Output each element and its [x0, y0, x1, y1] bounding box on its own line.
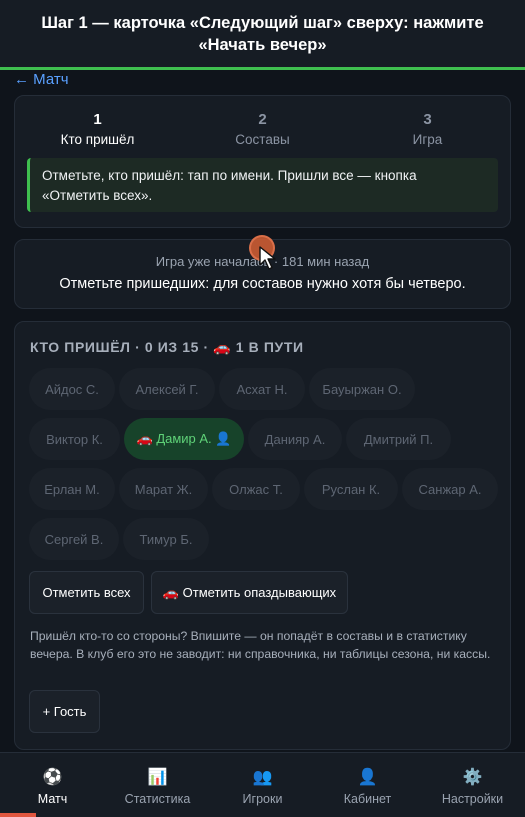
add-guest-button[interactable]: + Гость: [29, 690, 100, 733]
nav-label: Игроки: [242, 792, 283, 806]
player-chip-viktor[interactable]: Виктор К.: [29, 418, 120, 460]
player-chip-damir[interactable]: 🚗 Дамир А. 👤: [124, 418, 244, 460]
attendance-card: Кто пришёл · 0 из 15 · 🚗 1 в пути Айдос …: [14, 321, 511, 750]
player-chip-marat[interactable]: Марат Ж.: [119, 468, 208, 510]
player-chip-dmitriy[interactable]: Дмитрий П.: [346, 418, 451, 460]
player-chip-askhat[interactable]: Асхат Н.: [219, 368, 305, 410]
mark-late-button[interactable]: 🚗 Отметить опаздывающих: [151, 571, 348, 614]
profile-icon: 👤: [357, 767, 378, 786]
player-chip-olzhas[interactable]: Олжас Т.: [212, 468, 300, 510]
mouse-pointer-icon: [259, 246, 276, 270]
back-link[interactable]: ← Матч: [14, 71, 69, 89]
player-chip-timur[interactable]: Тимур Б.: [123, 518, 209, 560]
nav-label: Настройки: [441, 792, 504, 806]
bottom-nav: ⚽ Матч 📊 Статистика 👥 Игроки 👤 Кабинет ⚙…: [0, 752, 525, 817]
step-number: 1: [93, 111, 102, 128]
active-tab-indicator: [0, 813, 36, 817]
player-chip-aleksey[interactable]: Алексей Г.: [119, 368, 215, 410]
stepper: 1 Кто пришёл 2 Составы 3 Игра: [15, 96, 510, 147]
status-message: Отметьте пришедших: для составов нужно х…: [59, 276, 466, 292]
step-2[interactable]: 2 Составы: [188, 111, 338, 147]
player-chip-sanzhar[interactable]: Санжар А.: [402, 468, 498, 510]
step-3[interactable]: 3 Игра: [353, 111, 503, 147]
tutorial-text: Шаг 1 — карточка «Следующий шаг» сверху:…: [41, 13, 484, 54]
stepper-card: 1 Кто пришёл 2 Составы 3 Игра Отметьте, …: [14, 95, 511, 228]
nav-label: Кабинет: [343, 792, 392, 806]
nav-item-settings[interactable]: ⚙️ Настройки: [420, 753, 525, 817]
tutorial-banner: Шаг 1 — карточка «Следующий шаг» сверху:…: [0, 0, 525, 70]
player-chip-daniyar[interactable]: Данияр А.: [248, 418, 342, 460]
gear-icon: ⚙️: [462, 767, 483, 786]
step-label: Составы: [235, 132, 290, 147]
nav-label: Матч: [37, 792, 68, 806]
player-chip-sergey[interactable]: Сергей В.: [29, 518, 119, 560]
step-label: Кто пришёл: [60, 132, 135, 147]
step-number: 2: [258, 111, 267, 128]
step-hint: Отметьте, кто пришёл: тап по имени. Приш…: [27, 158, 498, 212]
player-chip-ruslan[interactable]: Руслан К.: [304, 468, 398, 510]
player-chip-aidos[interactable]: Айдос С.: [29, 368, 115, 410]
attendance-title: Кто пришёл · 0 из 15 · 🚗 1 в пути: [30, 339, 304, 355]
step-label: Игра: [412, 132, 443, 147]
mark-all-button[interactable]: Отметить всех: [29, 571, 144, 614]
chart-icon: 📊: [147, 767, 168, 786]
guest-note: Пришёл кто-то со стороны? Впишите — он п…: [30, 629, 491, 661]
nav-item-statistics[interactable]: 📊 Статистика: [105, 753, 210, 817]
nav-item-players[interactable]: 👥 Игроки: [210, 753, 315, 817]
step-number: 3: [423, 111, 432, 128]
players-icon: 👥: [252, 767, 273, 786]
player-chip-erlan[interactable]: Ерлан М.: [29, 468, 115, 510]
soccer-ball-icon: ⚽: [42, 767, 63, 786]
nav-item-match[interactable]: ⚽ Матч: [0, 753, 105, 817]
player-chip-bauyrzhan[interactable]: Бауыржан О.: [309, 368, 415, 410]
nav-label: Статистика: [124, 792, 191, 806]
nav-item-cabinet[interactable]: 👤 Кабинет: [315, 753, 420, 817]
step-1[interactable]: 1 Кто пришёл: [23, 111, 173, 147]
